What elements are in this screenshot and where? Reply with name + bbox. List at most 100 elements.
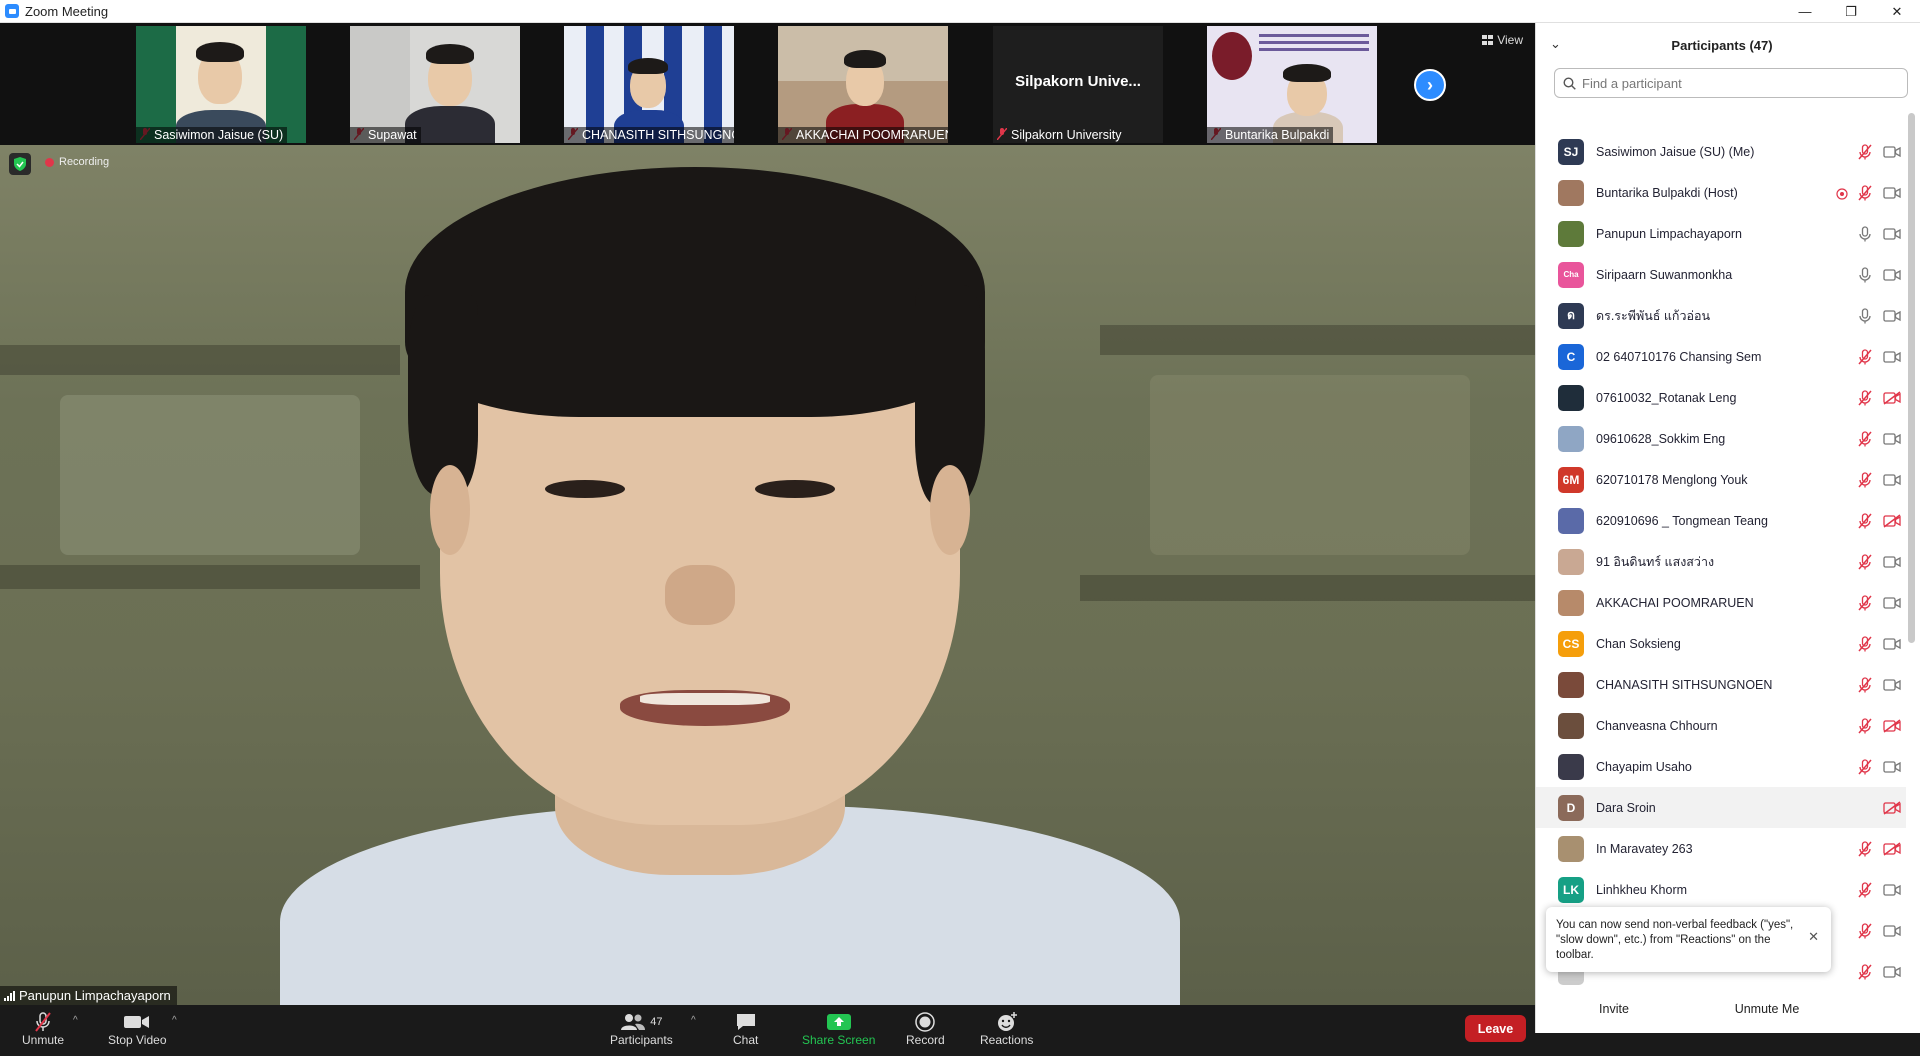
participant-list: SJ Sasiwimon Jaisue (SU) (Me) Buntarika Bu…	[1536, 131, 1906, 992]
mic-muted-icon	[35, 1012, 51, 1032]
recording-label: Recording	[59, 156, 110, 168]
participants-panel: ⌄ Participants (47) SJ Sasiwimon Jaisue (…	[1535, 23, 1920, 1033]
security-shield-icon[interactable]	[9, 153, 31, 175]
participant-row[interactable]: CS Chan Soksieng	[1536, 623, 1906, 664]
mic-muted-icon	[1858, 471, 1872, 488]
participants-panel-title: Participants (47)	[1671, 38, 1773, 53]
participant-avatar: SJ	[1558, 138, 1584, 165]
participants-panel-header: ⌄ Participants (47)	[1536, 23, 1920, 68]
participant-row[interactable]: LK Linhkheu Khorm	[1536, 869, 1906, 910]
mic-muted-icon	[1858, 676, 1872, 693]
participant-avatar	[1558, 220, 1584, 247]
video-camera-icon	[1883, 309, 1901, 323]
collapse-chevron-down-icon[interactable]: ⌄	[1550, 36, 1561, 52]
audio-options-caret-icon[interactable]: ^	[73, 1015, 78, 1026]
share-screen-button[interactable]: Share Screen	[802, 1011, 875, 1047]
participant-name: Buntarika Bulpakdi (Host)	[1596, 185, 1738, 200]
reactions-button[interactable]: Reactions	[980, 1011, 1033, 1047]
participant-row[interactable]: Panupun Limpachayaporn	[1536, 213, 1906, 254]
participant-row[interactable]: AKKACHAI POOMRARUEN	[1536, 582, 1906, 623]
grid-view-icon	[1482, 35, 1494, 45]
reactions-smiley-icon	[997, 1012, 1017, 1031]
participant-avatar: LK	[1558, 876, 1584, 903]
video-off-icon	[1883, 513, 1901, 528]
participant-name: 620910696 _ Tongmean Teang	[1596, 513, 1768, 528]
video-camera-icon	[124, 1016, 150, 1028]
participants-button[interactable]: 47 Participants	[610, 1011, 673, 1047]
video-thumbnail[interactable]: AKKACHAI POOMRARUEN	[778, 26, 948, 143]
participant-row[interactable]: SJ Sasiwimon Jaisue (SU) (Me)	[1536, 131, 1906, 172]
participant-row[interactable]: In Maravatey 263	[1536, 828, 1906, 869]
video-off-icon	[1883, 390, 1901, 405]
chat-button[interactable]: Chat	[733, 1011, 758, 1047]
video-options-caret-icon[interactable]: ^	[172, 1015, 177, 1026]
video-thumbnail[interactable]: Sasiwimon Jaisue (SU)	[136, 26, 306, 143]
participants-icon	[621, 1014, 646, 1030]
video-camera-icon	[1883, 760, 1901, 774]
university-seal-icon	[1212, 32, 1252, 80]
video-camera-icon	[1883, 186, 1901, 200]
participant-row[interactable]: 09610628_Sokkim Eng	[1536, 418, 1906, 459]
participant-row[interactable]: Chayapim Usaho	[1536, 746, 1906, 787]
next-page-arrow-icon[interactable]: ›	[1414, 69, 1446, 101]
thumbnail-strip: Sasiwimon Jaisue (SU) Supawat CHANASITH …	[0, 23, 1535, 145]
participant-row[interactable]: C 02 640710176 Chansing Sem	[1536, 336, 1906, 377]
participants-options-caret-icon[interactable]: ^	[691, 1015, 696, 1026]
video-area: Sasiwimon Jaisue (SU) Supawat CHANASITH …	[0, 23, 1535, 1056]
participant-name: In Maravatey 263	[1596, 841, 1693, 856]
record-button[interactable]: Record	[906, 1011, 945, 1047]
participant-avatar	[1558, 671, 1584, 698]
close-button[interactable]: ✕	[1874, 0, 1920, 23]
mic-muted-icon	[1858, 553, 1872, 570]
video-thumbnail[interactable]: Buntarika Bulpakdi	[1207, 26, 1377, 143]
participant-row[interactable]: D Dara Sroin	[1536, 787, 1906, 828]
video-thumbnail[interactable]: Supawat	[350, 26, 520, 143]
video-thumbnail[interactable]: Silpakorn Unive... Silpakorn University	[993, 26, 1163, 143]
window-controls: — ❐ ✕	[1782, 0, 1920, 23]
participant-avatar	[1558, 589, 1584, 616]
participant-row[interactable]: CHANASITH SITHSUNGNOEN	[1536, 664, 1906, 705]
participant-avatar	[1558, 425, 1584, 452]
mic-muted-icon	[1858, 922, 1872, 939]
video-off-icon	[1883, 841, 1901, 856]
video-camera-icon	[1883, 965, 1901, 979]
minimize-button[interactable]: —	[1782, 0, 1828, 23]
mic-muted-icon	[1858, 389, 1872, 406]
participant-name: Dara Sroin	[1596, 800, 1656, 815]
participant-search-box[interactable]	[1554, 68, 1908, 98]
participant-avatar	[1558, 753, 1584, 780]
leave-button[interactable]: Leave	[1465, 1015, 1526, 1042]
mic-icon	[1858, 266, 1872, 283]
video-camera-icon	[1883, 637, 1901, 651]
participant-search-input[interactable]	[1582, 75, 1882, 91]
participant-row[interactable]: 620910696 _ Tongmean Teang	[1536, 500, 1906, 541]
maximize-button[interactable]: ❐	[1828, 0, 1874, 23]
share-screen-label: Share Screen	[802, 1033, 876, 1047]
thumbnail-name: Sasiwimon Jaisue (SU)	[136, 127, 288, 143]
video-off-icon	[1883, 718, 1901, 733]
participant-name: Linhkheu Khorm	[1596, 882, 1688, 897]
stop-video-button[interactable]: Stop Video	[108, 1011, 167, 1047]
participant-row[interactable]: 91 อินดินทร์ แสงสว่าง	[1536, 541, 1906, 582]
thumbnail-name: Supawat	[350, 127, 421, 143]
participant-name: Chan Soksieng	[1596, 636, 1681, 651]
participant-list-scrollbar[interactable]	[1908, 113, 1915, 643]
view-button[interactable]: View	[1482, 33, 1523, 47]
participant-row[interactable]: Chanveasna Chhourn	[1536, 705, 1906, 746]
mic-muted-icon	[1858, 594, 1872, 611]
unmute-label: Unmute	[22, 1033, 65, 1047]
mic-muted-icon	[1858, 881, 1872, 898]
participant-row[interactable]: Cha Siripaarn Suwanmonkha	[1536, 254, 1906, 295]
invite-button[interactable]: Invite	[1584, 997, 1644, 1021]
unmute-me-button[interactable]: Unmute Me	[1725, 997, 1809, 1021]
unmute-button[interactable]: Unmute	[22, 1011, 64, 1047]
close-toast-icon[interactable]: ✕	[1808, 929, 1819, 946]
video-thumbnail[interactable]: CHANASITH SITHSUNGNOEN	[564, 26, 734, 143]
participant-row[interactable]: 6M 620710178 Menglong Youk	[1536, 459, 1906, 500]
recording-indicator: Recording	[45, 156, 109, 168]
participant-row[interactable]: ด ดร.ระพีพันธ์ แก้วอ่อน	[1536, 295, 1906, 336]
main-speaker-video[interactable]: Recording Panupun Limpachayaporn	[0, 145, 1535, 1005]
participant-row[interactable]: 07610032_Rotanak Leng	[1536, 377, 1906, 418]
participant-row[interactable]: Buntarika Bulpakdi (Host)	[1536, 172, 1906, 213]
video-camera-icon	[1883, 596, 1901, 610]
